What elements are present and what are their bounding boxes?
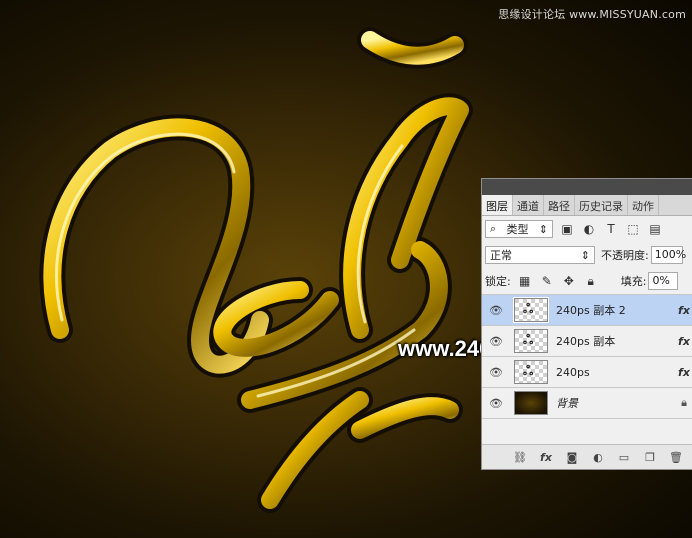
fill-field[interactable]: 0% — [648, 272, 679, 290]
panel-bottom-bar: ⛓ fx ◙ ◐ ▭ ❐ 🗑︎ — [482, 444, 692, 469]
mask-icon[interactable]: ◙ — [559, 451, 585, 464]
filter-type-dropdown[interactable]: ⌕ 类型 ⇕ — [485, 220, 553, 238]
layer-row[interactable]: 👁︎ ஃ 240ps 副本 2 fx — [482, 295, 692, 326]
layer-name: 240ps 副本 — [556, 335, 616, 348]
adjustment-filter-icon[interactable]: ◐ — [581, 221, 597, 237]
layer-thumbnail: ஃ — [514, 360, 548, 384]
tab-layers[interactable]: 图层 — [482, 195, 513, 215]
eye-icon[interactable]: 👁︎ — [482, 397, 510, 410]
layer-name: 240ps — [556, 365, 590, 379]
tab-channels[interactable]: 通道 — [513, 195, 544, 215]
eye-icon[interactable]: 👁︎ — [482, 335, 510, 348]
link-icon[interactable]: ⛓ — [507, 451, 533, 464]
adjustment-icon[interactable]: ◐ — [585, 451, 611, 464]
fill-label: 填充: — [620, 275, 647, 288]
panel-tabs: 图层 通道 路径 历史记录 动作 — [482, 195, 692, 216]
blend-row: 正常 ⇕ 不透明度: 100% — [482, 242, 692, 268]
tab-history[interactable]: 历史记录 — [575, 195, 628, 215]
layer-name: 240ps 副本 2 — [556, 304, 626, 317]
fx-icon[interactable]: fx — [675, 335, 692, 348]
filter-row: ⌕ 类型 ⇕ ▣ ◐ T ⬚ ▤ — [482, 216, 692, 242]
eye-icon[interactable]: 👁︎ — [482, 304, 510, 317]
filter-type-label: 类型 — [506, 223, 529, 236]
smart-object-filter-icon[interactable]: ▤ — [647, 221, 663, 237]
lock-move-icon[interactable]: ✥ — [561, 273, 577, 289]
layer-thumbnail — [514, 391, 548, 415]
opacity-field[interactable]: 100% — [650, 246, 686, 264]
image-filter-icon[interactable]: ▣ — [559, 221, 575, 237]
layer-thumbnail: ஃ — [514, 329, 548, 353]
lock-all-icon[interactable]: 🔒︎ — [583, 273, 599, 289]
lock-label: 锁定: — [485, 275, 511, 288]
watermark-text: 思缘设计论坛 www.MISSYUAN.com — [498, 8, 686, 21]
new-layer-icon[interactable]: ❐ — [637, 451, 663, 464]
lock-icon: 🔒︎ — [681, 396, 687, 409]
fx-icon[interactable]: fx — [675, 304, 692, 317]
lock-transparent-icon[interactable]: ▦ — [517, 273, 533, 289]
chevron-down-icon: ⇕ — [580, 248, 590, 262]
layer-thumbnail: ஃ — [513, 297, 549, 323]
fx-icon[interactable]: fx — [675, 366, 692, 379]
lock-paint-icon[interactable]: ✎ — [539, 273, 555, 289]
updown-icon: ⇕ — [538, 222, 548, 236]
text-filter-icon[interactable]: T — [603, 221, 619, 237]
fx-icon[interactable]: fx — [533, 451, 559, 464]
trash-icon[interactable]: 🗑︎ — [663, 451, 689, 464]
layer-row[interactable]: 👁︎ ஃ 240ps fx — [482, 357, 692, 388]
search-icon: ⌕ — [490, 222, 497, 235]
lock-row: 锁定: ▦ ✎ ✥ 🔒︎ 填充: 0% — [482, 268, 692, 295]
blend-mode-dropdown[interactable]: 正常 ⇕ — [485, 246, 595, 264]
eye-icon[interactable]: 👁︎ — [482, 366, 510, 379]
panel-header — [482, 179, 692, 195]
blend-mode-value: 正常 — [490, 249, 512, 262]
tab-actions[interactable]: 动作 — [628, 195, 659, 215]
layer-row[interactable]: 👁︎ ஃ 240ps 副本 fx — [482, 326, 692, 357]
tab-paths[interactable]: 路径 — [544, 195, 575, 215]
layer-name: 背景 — [556, 397, 578, 410]
folder-icon[interactable]: ▭ — [611, 451, 637, 464]
opacity-label: 不透明度: — [601, 249, 649, 262]
layer-row[interactable]: 👁︎ 背景 🔒︎ — [482, 388, 692, 419]
shape-filter-icon[interactable]: ⬚ — [625, 221, 641, 237]
layers-panel: 图层 通道 路径 历史记录 动作 ⌕ 类型 ⇕ ▣ ◐ T ⬚ ▤ 正常 ⇕ 不… — [481, 178, 692, 470]
